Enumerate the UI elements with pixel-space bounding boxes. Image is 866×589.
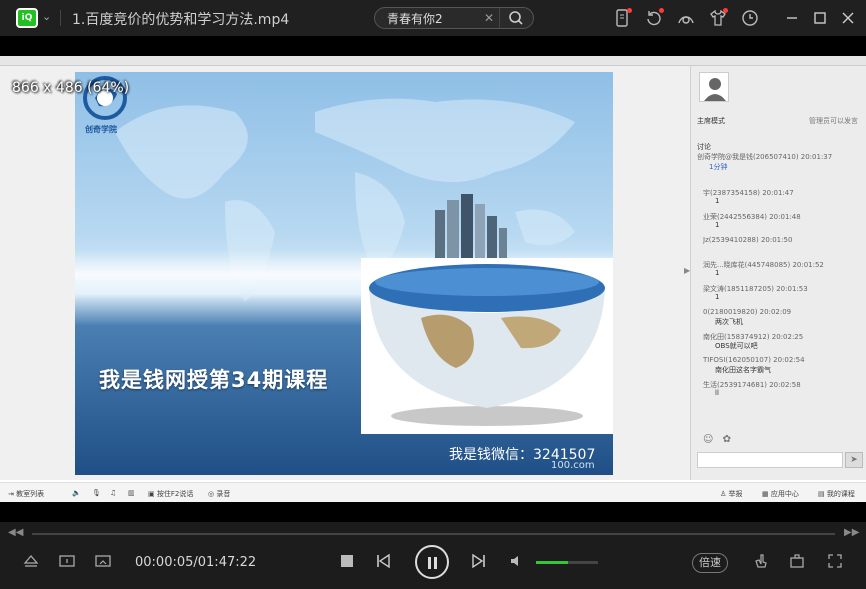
chat-message-text: 南化田这名字霸气 [715, 366, 771, 374]
video-frame[interactable]: 创奇学院 我是钱网授第34期课程 我是钱微信：3241507 100.com ▶… [0, 36, 866, 522]
skin-icon[interactable] [676, 8, 696, 28]
classroom-toolbar: ⇥ 教室列表 🔈 🎙 ♫ ▥ ▣ 按住F2说话 ◎ 录音 ♙ 举报 ▦ 应用中心… [0, 482, 866, 502]
course-slide: 创奇学院 我是钱网授第34期课程 我是钱微信：3241507 100.com [75, 72, 613, 475]
report-button[interactable]: ♙ 举报 [720, 489, 743, 499]
speed-button[interactable]: 倍速 [692, 553, 728, 573]
divider [60, 10, 61, 26]
flower-icon[interactable]: ✿ [723, 434, 731, 445]
forward-icon[interactable]: ▶▶ [844, 527, 859, 538]
speak-mode-label: 管理员可以发言 [809, 117, 858, 125]
seek-bar[interactable] [32, 533, 835, 535]
recorded-window-header [0, 56, 866, 66]
recorded-screen: 创奇学院 我是钱网授第34期课程 我是钱微信：3241507 100.com ▶… [0, 56, 866, 502]
chevron-down-icon[interactable]: ⌄ [42, 10, 51, 23]
chat-message-meta: 润先...晓库花(445748085) 20:01:52 [703, 261, 824, 269]
equalizer-icon[interactable]: ▥ [128, 489, 135, 497]
slide-domain: 100.com [551, 460, 595, 471]
subtitle-icon[interactable] [58, 552, 76, 570]
eject-icon[interactable] [22, 552, 40, 570]
chat-message-meta: 0(2180019820) 20:02:09 [703, 308, 792, 316]
toolbox-icon[interactable] [788, 552, 806, 570]
host-mode-label: 主席模式 [697, 117, 725, 125]
slide-heading-prefix: 我是钱网授第 [99, 368, 231, 392]
academy-logo-text: 创奇学院 [85, 125, 117, 134]
phone-icon[interactable] [612, 8, 632, 28]
video-title: 1.百度竞价的优势和学习方法.mp4 [72, 12, 290, 28]
gesture-icon[interactable] [752, 552, 770, 570]
minimize-icon[interactable] [782, 8, 802, 28]
search-icon[interactable] [507, 10, 525, 26]
previous-icon[interactable] [374, 552, 392, 570]
title-bar: iQ ⌄ 1.百度竞价的优势和学习方法.mp4 ✕ [0, 0, 866, 36]
slide-heading-suffix: 期课程 [262, 368, 329, 392]
playback-time: 00:00:05/01:47:22 [135, 555, 257, 570]
chat-message-meta: TIFOSI(162050107) 20:02:54 [703, 356, 805, 364]
chat-message-meta: 业荣(2442556384) 20:01:48 [703, 213, 801, 221]
tshirt-icon[interactable] [708, 8, 728, 28]
pause-button[interactable] [415, 545, 449, 579]
player-window: iQ ⌄ 1.百度竞价的优势和学习方法.mp4 ✕ [0, 0, 866, 589]
chat-input[interactable] [697, 452, 843, 468]
app-center-button[interactable]: ▦ 应用中心 [762, 489, 799, 499]
skyscrapers-graphic [435, 194, 507, 262]
hold-f2-button[interactable]: ▣ 按住F2说话 [148, 489, 193, 499]
chat-message-text: 1 [715, 197, 720, 205]
avatar [699, 72, 729, 102]
stop-icon[interactable] [338, 552, 356, 570]
volume-slider[interactable] [536, 561, 598, 564]
close-icon[interactable] [838, 8, 858, 28]
chat-message-text: 1 [715, 269, 720, 277]
speaker-icon[interactable]: 🔈 [72, 489, 81, 497]
maximize-icon[interactable] [810, 8, 830, 28]
slide-heading: 我是钱网授第34期课程 [99, 364, 328, 394]
chat-tools: ☺ ✿ [703, 434, 731, 445]
screenshot-icon[interactable] [94, 552, 112, 570]
chat-message-meta: 生活(2539174681) 20:02:58 [703, 381, 801, 389]
search-box: ✕ [374, 7, 534, 29]
mic-icon[interactable]: 🎙 [92, 489, 101, 497]
pinned-text: 1分钟 [709, 163, 728, 171]
pinned-meta: 创奇学院@我是钱(206507410) 20:01:37 [697, 153, 833, 161]
chat-panel: 主席模式 管理员可以发言 讨论 创奇学院@我是钱(206507410) 20:0… [690, 66, 866, 480]
chat-message-text: ll [715, 389, 719, 397]
chat-message-text: OBS就可以吧 [715, 342, 758, 350]
slide-heading-number: 34 [231, 368, 263, 392]
pinned-message: 创奇学院@我是钱(206507410) 20:01:37 1分钟 [697, 152, 861, 172]
chat-message-meta: Jz(2539410288) 20:01:50 [703, 236, 793, 244]
refresh-icon[interactable] [644, 8, 664, 28]
chat-message-text: 1 [715, 293, 720, 301]
history-icon[interactable] [740, 8, 760, 28]
chat-message-meta: 南化田(158374912) 20:02:25 [703, 333, 804, 341]
resolution-overlay: 866 x 486 (64%) [12, 80, 130, 96]
clear-icon[interactable]: ✕ [484, 11, 494, 25]
rewind-icon[interactable]: ◀◀ [8, 527, 23, 538]
globe-image [361, 258, 613, 434]
send-icon[interactable]: ➤ [845, 452, 863, 468]
next-icon[interactable] [470, 552, 488, 570]
chat-message-text: 两次飞机 [715, 318, 743, 326]
music-icon[interactable]: ♫ [110, 489, 116, 497]
search-input[interactable] [387, 10, 483, 26]
my-courses-button[interactable]: ▤ 我的课程 [818, 489, 855, 499]
volume-icon[interactable] [508, 552, 526, 570]
emoji-icon[interactable]: ☺ [703, 434, 713, 445]
volume-level [536, 561, 569, 564]
chat-message-text: 1 [715, 221, 720, 229]
chat-list: 宇(2387354158) 20:01:47 1 业荣(2442556384) 20… [703, 188, 863, 404]
classroom-list-button[interactable]: ⇥ 教室列表 [8, 489, 44, 499]
chat-message-meta: 梁文涛(1851187205) 20:01:53 [703, 285, 808, 293]
player-controls: ◀◀ ▶▶ 00:00:05/01:47:22 倍速 [0, 522, 866, 589]
discussion-label: 讨论 [697, 143, 711, 151]
chat-message-text [703, 245, 863, 254]
record-button[interactable]: ◎ 录音 [208, 489, 230, 499]
fullscreen-icon[interactable] [826, 552, 844, 570]
chat-message-meta: 宇(2387354158) 20:01:47 [703, 189, 794, 197]
divider [499, 8, 500, 28]
app-logo[interactable]: iQ [16, 8, 38, 28]
